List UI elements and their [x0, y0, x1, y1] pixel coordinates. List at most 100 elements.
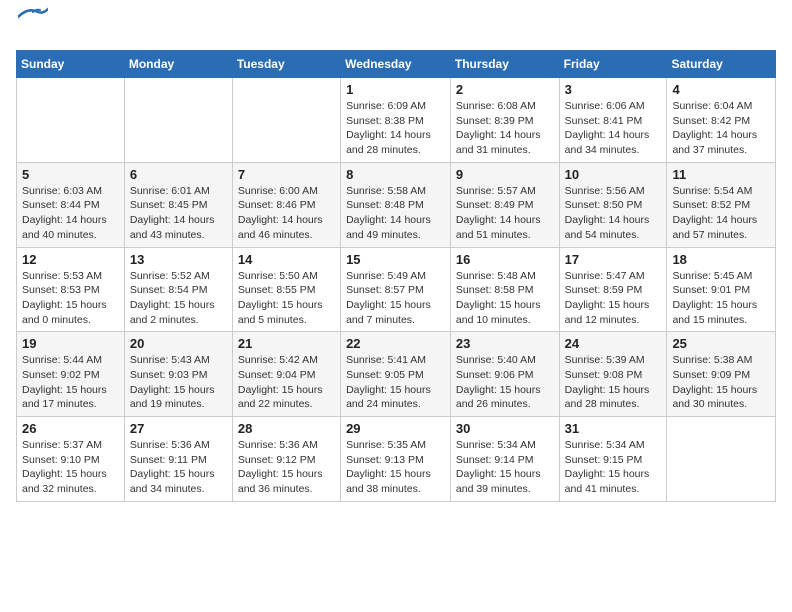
calendar-header-row: SundayMondayTuesdayWednesdayThursdayFrid…: [17, 51, 776, 78]
day-info: Sunrise: 5:45 AMSunset: 9:01 PMDaylight:…: [672, 269, 770, 328]
calendar-cell: 1 Sunrise: 6:09 AMSunset: 8:38 PMDaylight…: [341, 78, 451, 163]
calendar-cell: 19Sunrise: 5:44 AMSunset: 9:02 PMDayligh…: [17, 332, 125, 417]
calendar-cell: 25 Sunrise: 5:38 AMSunset: 9:09 PMDayligh…: [667, 332, 776, 417]
calendar-cell: 14Sunrise: 5:50 AMSunset: 8:55 PMDayligh…: [232, 247, 340, 332]
day-info: Sunrise: 5:52 AMSunset: 8:54 PMDaylight:…: [130, 269, 227, 328]
day-info: Sunrise: 5:34 AMSunset: 9:15 PMDaylight:…: [565, 438, 662, 497]
day-number: 4: [672, 82, 770, 97]
calendar-table: SundayMondayTuesdayWednesdayThursdayFrid…: [16, 50, 776, 502]
day-number: 11: [672, 167, 770, 182]
calendar-cell: 17Sunrise: 5:47 AMSunset: 8:59 PMDayligh…: [559, 247, 667, 332]
calendar-cell: 7Sunrise: 6:00 AMSunset: 8:46 PMDaylight…: [232, 162, 340, 247]
calendar-cell: 12 Sunrise: 5:53 AMSunset: 8:53 PMDayligh…: [17, 247, 125, 332]
weekday-header-sunday: Sunday: [17, 51, 125, 78]
day-info: Sunrise: 5:37 AMSunset: 9:10 PMDaylight:…: [22, 438, 119, 497]
calendar-cell: 4 Sunrise: 6:04 AMSunset: 8:42 PMDaylight…: [667, 78, 776, 163]
day-number: 5: [22, 167, 119, 182]
calendar-cell: 31 Sunrise: 5:34 AMSunset: 9:15 PMDayligh…: [559, 417, 667, 502]
day-number: 26: [22, 421, 119, 436]
day-number: 9: [456, 167, 554, 182]
day-number: 7: [238, 167, 335, 182]
calendar-cell: 10 Sunrise: 5:56 AMSunset: 8:50 PMDayligh…: [559, 162, 667, 247]
day-info: Sunrise: 5:34 AMSunset: 9:14 PMDaylight:…: [456, 438, 554, 497]
calendar-cell: [124, 78, 232, 163]
calendar-cell: 18 Sunrise: 5:45 AMSunset: 9:01 PMDayligh…: [667, 247, 776, 332]
day-info: Sunrise: 5:58 AMSunset: 8:48 PMDaylight:…: [346, 184, 445, 243]
calendar-week-row: 19Sunrise: 5:44 AMSunset: 9:02 PMDayligh…: [17, 332, 776, 417]
day-number: 19: [22, 336, 119, 351]
day-number: 12: [22, 252, 119, 267]
day-number: 6: [130, 167, 227, 182]
day-info: Sunrise: 6:09 AMSunset: 8:38 PMDaylight:…: [346, 99, 445, 158]
page-header: [16, 16, 776, 38]
calendar-cell: 29 Sunrise: 5:35 AMSunset: 9:13 PMDayligh…: [341, 417, 451, 502]
weekday-header-thursday: Thursday: [450, 51, 559, 78]
day-number: 10: [565, 167, 662, 182]
day-info: Sunrise: 5:43 AMSunset: 9:03 PMDaylight:…: [130, 353, 227, 412]
day-info: Sunrise: 5:53 AMSunset: 8:53 PMDaylight:…: [22, 269, 119, 328]
day-info: Sunrise: 5:49 AMSunset: 8:57 PMDaylight:…: [346, 269, 445, 328]
day-info: Sunrise: 6:01 AMSunset: 8:45 PMDaylight:…: [130, 184, 227, 243]
calendar-cell: 23 Sunrise: 5:40 AMSunset: 9:06 PMDayligh…: [450, 332, 559, 417]
day-number: 28: [238, 421, 335, 436]
logo-bird-icon: [18, 7, 48, 27]
calendar-cell: 3Sunrise: 6:06 AMSunset: 8:41 PMDaylight…: [559, 78, 667, 163]
day-info: Sunrise: 6:03 AMSunset: 8:44 PMDaylight:…: [22, 184, 119, 243]
calendar-cell: 16Sunrise: 5:48 AMSunset: 8:58 PMDayligh…: [450, 247, 559, 332]
day-number: 3: [565, 82, 662, 97]
day-number: 24: [565, 336, 662, 351]
calendar-cell: 8 Sunrise: 5:58 AMSunset: 8:48 PMDaylight…: [341, 162, 451, 247]
day-number: 21: [238, 336, 335, 351]
calendar-cell: 30 Sunrise: 5:34 AMSunset: 9:14 PMDayligh…: [450, 417, 559, 502]
day-info: Sunrise: 5:50 AMSunset: 8:55 PMDaylight:…: [238, 269, 335, 328]
calendar-cell: 11 Sunrise: 5:54 AMSunset: 8:52 PMDayligh…: [667, 162, 776, 247]
day-number: 25: [672, 336, 770, 351]
day-number: 22: [346, 336, 445, 351]
weekday-header-monday: Monday: [124, 51, 232, 78]
calendar-week-row: 1 Sunrise: 6:09 AMSunset: 8:38 PMDaylight…: [17, 78, 776, 163]
day-number: 30: [456, 421, 554, 436]
weekday-header-friday: Friday: [559, 51, 667, 78]
calendar-cell: 21 Sunrise: 5:42 AMSunset: 9:04 PMDayligh…: [232, 332, 340, 417]
day-number: 20: [130, 336, 227, 351]
day-number: 8: [346, 167, 445, 182]
day-number: 31: [565, 421, 662, 436]
day-info: Sunrise: 5:48 AMSunset: 8:58 PMDaylight:…: [456, 269, 554, 328]
day-info: Sunrise: 5:39 AMSunset: 9:08 PMDaylight:…: [565, 353, 662, 412]
day-number: 1: [346, 82, 445, 97]
day-number: 23: [456, 336, 554, 351]
day-info: Sunrise: 5:40 AMSunset: 9:06 PMDaylight:…: [456, 353, 554, 412]
day-info: Sunrise: 5:56 AMSunset: 8:50 PMDaylight:…: [565, 184, 662, 243]
day-info: Sunrise: 5:57 AMSunset: 8:49 PMDaylight:…: [456, 184, 554, 243]
day-info: Sunrise: 5:38 AMSunset: 9:09 PMDaylight:…: [672, 353, 770, 412]
day-info: Sunrise: 6:04 AMSunset: 8:42 PMDaylight:…: [672, 99, 770, 158]
calendar-cell: 24 Sunrise: 5:39 AMSunset: 9:08 PMDayligh…: [559, 332, 667, 417]
day-info: Sunrise: 5:41 AMSunset: 9:05 PMDaylight:…: [346, 353, 445, 412]
weekday-header-saturday: Saturday: [667, 51, 776, 78]
day-number: 29: [346, 421, 445, 436]
day-info: Sunrise: 5:35 AMSunset: 9:13 PMDaylight:…: [346, 438, 445, 497]
calendar-cell: 2 Sunrise: 6:08 AMSunset: 8:39 PMDaylight…: [450, 78, 559, 163]
calendar-cell: 5 Sunrise: 6:03 AMSunset: 8:44 PMDaylight…: [17, 162, 125, 247]
calendar-cell: 15 Sunrise: 5:49 AMSunset: 8:57 PMDayligh…: [341, 247, 451, 332]
day-info: Sunrise: 6:08 AMSunset: 8:39 PMDaylight:…: [456, 99, 554, 158]
weekday-header-wednesday: Wednesday: [341, 51, 451, 78]
calendar-cell: [17, 78, 125, 163]
calendar-week-row: 5 Sunrise: 6:03 AMSunset: 8:44 PMDaylight…: [17, 162, 776, 247]
calendar-cell: 28 Sunrise: 5:36 AMSunset: 9:12 PMDayligh…: [232, 417, 340, 502]
weekday-header-tuesday: Tuesday: [232, 51, 340, 78]
calendar-cell: 27 Sunrise: 5:36 AMSunset: 9:11 PMDayligh…: [124, 417, 232, 502]
day-info: Sunrise: 5:36 AMSunset: 9:11 PMDaylight:…: [130, 438, 227, 497]
calendar-cell: 22 Sunrise: 5:41 AMSunset: 9:05 PMDayligh…: [341, 332, 451, 417]
day-number: 2: [456, 82, 554, 97]
day-info: Sunrise: 5:42 AMSunset: 9:04 PMDaylight:…: [238, 353, 335, 412]
day-number: 15: [346, 252, 445, 267]
day-number: 27: [130, 421, 227, 436]
calendar-cell: 20 Sunrise: 5:43 AMSunset: 9:03 PMDayligh…: [124, 332, 232, 417]
logo: [16, 16, 48, 38]
calendar-cell: 6 Sunrise: 6:01 AMSunset: 8:45 PMDaylight…: [124, 162, 232, 247]
calendar-cell: 9 Sunrise: 5:57 AMSunset: 8:49 PMDaylight…: [450, 162, 559, 247]
day-info: Sunrise: 5:54 AMSunset: 8:52 PMDaylight:…: [672, 184, 770, 243]
day-info: Sunrise: 5:36 AMSunset: 9:12 PMDaylight:…: [238, 438, 335, 497]
day-number: 18: [672, 252, 770, 267]
